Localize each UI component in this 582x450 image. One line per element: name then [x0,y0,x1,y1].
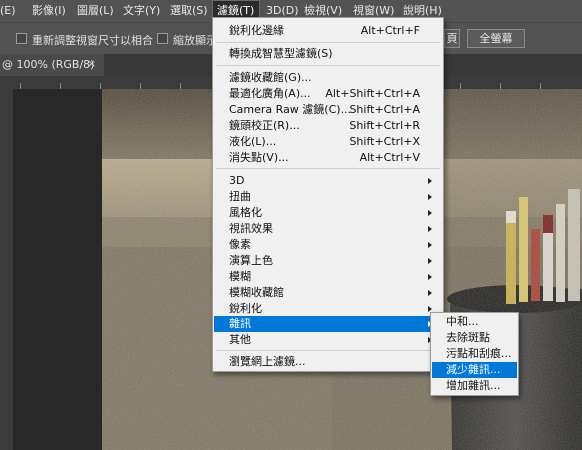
menu-image[interactable]: 影像(I) [32,0,66,22]
menu-item-blur-gallery[interactable]: 模糊收藏館 [214,285,442,301]
menu-layer[interactable]: 圖層(L) [77,0,114,22]
submenu-item-median[interactable]: 中和... [432,314,517,330]
submenu-arrow-icon [428,290,432,296]
menu-edit[interactable]: (E) [0,0,16,22]
menu-divider [216,42,440,43]
menu-item-filter-gallery[interactable]: 濾鏡收藏館(G)... [214,70,442,86]
menu-item-other[interactable]: 其他 [214,332,442,348]
menu-divider [216,65,440,66]
menu-item-render[interactable]: 演算上色 [214,253,442,269]
menu-item-lens-correction[interactable]: 鏡頭校正(R)... Shift+Ctrl+R [214,118,442,134]
menu-divider [216,350,440,351]
zoom-all-checkbox[interactable] [157,33,168,44]
menu-item-blur[interactable]: 模糊 [214,269,442,285]
noise-submenu: 中和... 去除斑點 污點和刮痕... 減少雜訊... 增加雜訊... [430,312,519,396]
menu-item-smart-sharpen-last[interactable]: 銳利化邊緣 Alt+Ctrl+F [214,23,442,39]
submenu-item-despeckle[interactable]: 去除斑點 [432,330,517,346]
menu-item-video[interactable]: 視訊效果 [214,221,442,237]
submenu-arrow-icon [428,178,432,184]
menu-item-liquify[interactable]: 液化(L)... Shift+Ctrl+X [214,134,442,150]
menu-item-noise[interactable]: 雜訊 [214,316,442,332]
fit-screen-button[interactable]: 頁 [444,29,460,48]
menu-item-camera-raw[interactable]: Camera Raw 濾鏡(C)... Shift+Ctrl+A [214,102,442,118]
menu-item-3d[interactable]: 3D [214,173,442,189]
submenu-arrow-icon [428,226,432,232]
filter-menu: 銳利化邊緣 Alt+Ctrl+F 轉換成智慧型濾鏡(S) 濾鏡收藏館(G)... … [212,17,444,372]
submenu-arrow-icon [428,242,432,248]
resize-windows-label: 重新調整視窗尺寸以相合 [32,34,153,47]
menu-item-stylize[interactable]: 風格化 [214,205,442,221]
submenu-item-reduce-noise[interactable]: 減少雜訊... [432,362,517,378]
fullscreen-button[interactable]: 全螢幕 [467,29,525,48]
submenu-arrow-icon [428,258,432,264]
document-tab[interactable]: @ 100% (RGB/8) × [0,54,104,76]
menu-item-browse-filters-online[interactable]: 瀏覽網上濾鏡... [214,354,442,370]
menu-type[interactable]: 文字(Y) [123,0,160,22]
document-tab-title: @ 100% (RGB/8) [2,58,95,71]
resize-windows-checkbox[interactable] [16,33,27,44]
menu-item-pixelate[interactable]: 像素 [214,237,442,253]
submenu-arrow-icon [428,194,432,200]
vertical-ruler [0,89,13,450]
submenu-item-dust-scratches[interactable]: 污點和刮痕... [432,346,517,362]
menu-item-distort[interactable]: 扭曲 [214,189,442,205]
menu-item-sharpen[interactable]: 銳利化 [214,301,442,317]
submenu-item-add-noise[interactable]: 增加雜訊... [432,378,517,394]
submenu-arrow-icon [428,210,432,216]
close-icon[interactable]: × [87,57,96,70]
menu-select[interactable]: 選取(S) [170,0,208,22]
menu-item-adaptive-wide-angle[interactable]: 最適化廣角(A)... Alt+Shift+Ctrl+A [214,86,442,102]
zoom-all-label: 縮放顯示 [173,34,217,47]
menu-item-convert-smart-filters[interactable]: 轉換成智慧型濾鏡(S) [214,46,442,62]
menu-divider [216,168,440,169]
submenu-arrow-icon [428,274,432,280]
menu-item-vanishing-point[interactable]: 消失點(V)... Alt+Ctrl+V [214,150,442,166]
